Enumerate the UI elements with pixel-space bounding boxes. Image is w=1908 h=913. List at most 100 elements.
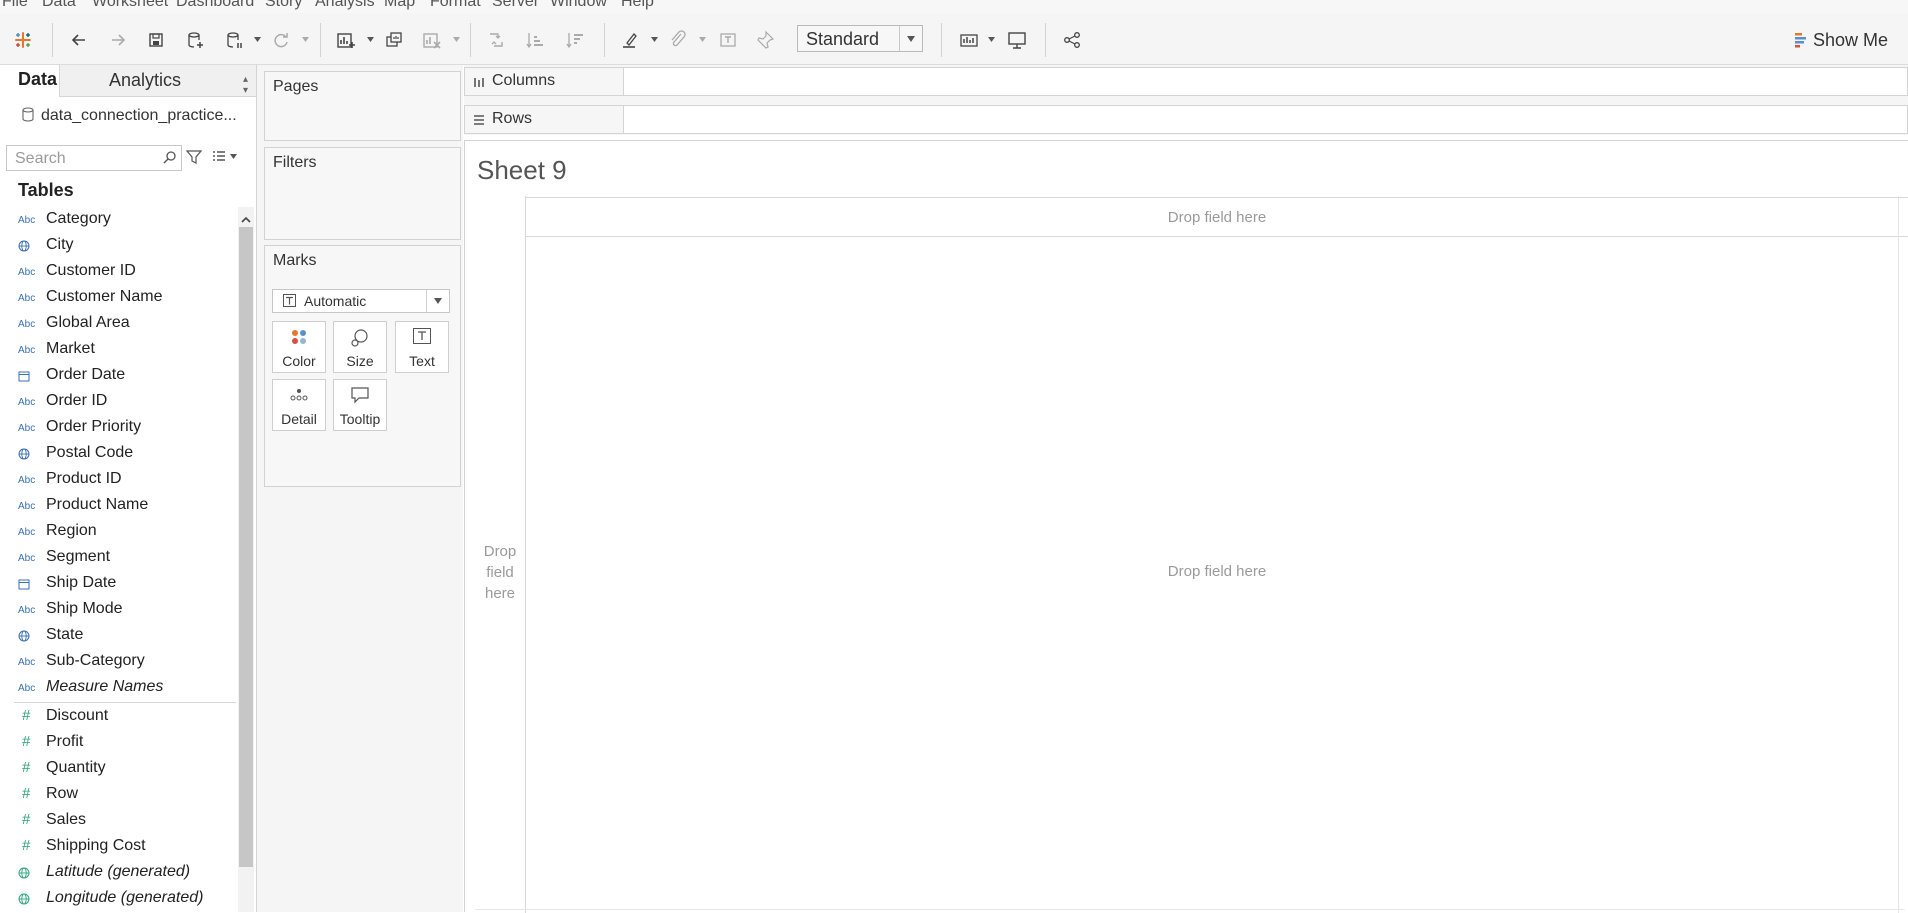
search-input[interactable] <box>13 147 157 171</box>
number-type-icon: # <box>22 732 31 750</box>
sort-descending-icon[interactable] <box>561 26 589 54</box>
search-icon[interactable] <box>163 150 177 169</box>
field-item[interactable]: Abc Region <box>0 519 238 545</box>
body-drop-zone[interactable]: Drop field here <box>525 563 1908 580</box>
color-button[interactable]: Color <box>272 321 326 373</box>
share-icon[interactable] <box>1058 26 1086 54</box>
scroll-up-arrow-icon[interactable] <box>241 210 251 228</box>
sheet-title[interactable]: Sheet 9 <box>477 155 567 186</box>
columns-shelf[interactable]: Columns <box>464 67 1908 96</box>
show-cards-icon[interactable] <box>955 26 983 54</box>
field-item[interactable]: # Shipping Cost <box>0 834 238 860</box>
new-worksheet-icon[interactable] <box>332 26 360 54</box>
save-icon[interactable] <box>142 26 170 54</box>
detail-button[interactable]: Detail <box>272 379 326 431</box>
menu-help[interactable]: Help <box>621 0 654 11</box>
field-item[interactable]: City <box>0 233 238 259</box>
tooltip-button[interactable]: Tooltip <box>333 379 387 431</box>
field-item[interactable]: Abc Segment <box>0 545 238 571</box>
fit-dropdown[interactable]: Standard <box>797 25 923 52</box>
sort-ascending-icon[interactable] <box>521 26 549 54</box>
header-divider <box>525 236 1908 237</box>
field-item[interactable]: # Row <box>0 782 238 808</box>
menu-dashboard[interactable]: Dashboard <box>176 0 254 11</box>
field-item[interactable]: State <box>0 623 238 649</box>
redo-icon[interactable] <box>104 26 132 54</box>
tableau-logo-icon[interactable] <box>9 26 37 54</box>
pages-card[interactable]: Pages <box>264 71 461 141</box>
worksheet-canvas: Sheet 9 Drop field here Drop field here … <box>464 140 1908 913</box>
tab-analytics[interactable]: Analytics ▴ ▾ <box>59 65 256 97</box>
menu-analysis[interactable]: Analysis <box>315 0 375 11</box>
field-item[interactable]: Order Date <box>0 363 238 389</box>
field-item[interactable]: Ship Date <box>0 571 238 597</box>
field-item[interactable]: Abc Sub-Category <box>0 649 238 675</box>
columns-drop-zone[interactable]: Drop field here <box>525 209 1908 226</box>
duplicate-sheet-icon[interactable] <box>380 26 408 54</box>
group-members-icon[interactable] <box>664 26 692 54</box>
pause-dropdown-caret-icon[interactable] <box>253 35 261 43</box>
field-item[interactable]: Longitude (generated) <box>0 886 238 912</box>
data-source-item[interactable]: data_connection_practice... <box>0 105 256 131</box>
view-options-icon[interactable] <box>212 150 237 162</box>
field-item[interactable]: Abc Customer Name <box>0 285 238 311</box>
tab-data[interactable]: Data <box>0 65 59 97</box>
field-item[interactable]: Abc Category <box>0 207 238 233</box>
refresh-icon[interactable] <box>267 26 295 54</box>
field-item[interactable]: # Quantity <box>0 756 238 782</box>
rows-drop-zone[interactable]: Drop field here <box>475 541 525 604</box>
field-label: Shipping Cost <box>46 837 146 854</box>
field-label: Market <box>46 340 95 357</box>
field-item[interactable]: Postal Code <box>0 441 238 467</box>
menu-worksheet[interactable]: Worksheet <box>92 0 168 11</box>
field-item[interactable]: Abc Order ID <box>0 389 238 415</box>
presentation-mode-icon[interactable] <box>1003 26 1031 54</box>
field-item[interactable]: Abc Market <box>0 337 238 363</box>
menu-server[interactable]: Server <box>492 0 539 11</box>
filter-icon[interactable] <box>185 149 203 170</box>
highlight-dropdown-caret-icon[interactable] <box>650 35 658 43</box>
filters-card[interactable]: Filters <box>264 147 461 240</box>
field-list-scrollbar[interactable] <box>238 207 254 912</box>
field-item[interactable]: Abc Measure Names <box>0 675 238 701</box>
show-me-button[interactable]: Show Me <box>1794 27 1888 53</box>
field-item[interactable]: Abc Global Area <box>0 311 238 337</box>
text-button[interactable]: Text <box>395 321 449 373</box>
new-data-source-icon[interactable] <box>181 26 209 54</box>
field-item[interactable]: Abc Order Priority <box>0 415 238 441</box>
size-button[interactable]: Size <box>333 321 387 373</box>
field-item[interactable]: Abc Ship Mode <box>0 597 238 623</box>
refresh-dropdown-caret-icon[interactable] <box>301 35 309 43</box>
highlight-icon[interactable] <box>616 26 644 54</box>
field-item[interactable]: Abc Customer ID <box>0 259 238 285</box>
mark-type-dropdown[interactable]: Automatic <box>272 289 450 313</box>
clear-dropdown-caret-icon[interactable] <box>452 35 460 43</box>
field-item[interactable]: Abc Product Name <box>0 493 238 519</box>
rows-shelf[interactable]: Rows <box>464 105 1908 134</box>
search-field[interactable] <box>6 145 182 171</box>
menu-file[interactable]: File <box>2 0 28 11</box>
menu-data[interactable]: Data <box>42 0 76 11</box>
pin-axes-icon[interactable] <box>751 26 779 54</box>
cards-dropdown-caret-icon[interactable] <box>987 35 995 43</box>
clear-sheet-icon[interactable] <box>418 26 446 54</box>
field-item[interactable]: # Sales <box>0 808 238 834</box>
scrollbar-thumb[interactable] <box>239 227 253 867</box>
pause-data-updates-icon[interactable] <box>220 26 248 54</box>
new-sheet-dropdown-caret-icon[interactable] <box>366 35 374 43</box>
menu-window[interactable]: Window <box>550 0 607 11</box>
field-item[interactable]: # Discount <box>0 704 238 730</box>
show-mark-labels-icon[interactable] <box>714 26 742 54</box>
undo-icon[interactable] <box>65 26 93 54</box>
swap-rows-columns-icon[interactable] <box>482 26 510 54</box>
field-item[interactable]: # Profit <box>0 730 238 756</box>
menu-story[interactable]: Story <box>265 0 302 11</box>
menu-map[interactable]: Map <box>384 0 415 11</box>
string-type-icon: Abc <box>18 656 36 668</box>
group-dropdown-caret-icon[interactable] <box>698 35 706 43</box>
menu-format[interactable]: Format <box>430 0 481 11</box>
field-item[interactable]: Latitude (generated) <box>0 860 238 886</box>
pane-collapse-arrows-icon[interactable]: ▴ ▾ <box>243 74 248 96</box>
field-item[interactable]: Abc Product ID <box>0 467 238 493</box>
color-dots-icon <box>273 328 325 350</box>
